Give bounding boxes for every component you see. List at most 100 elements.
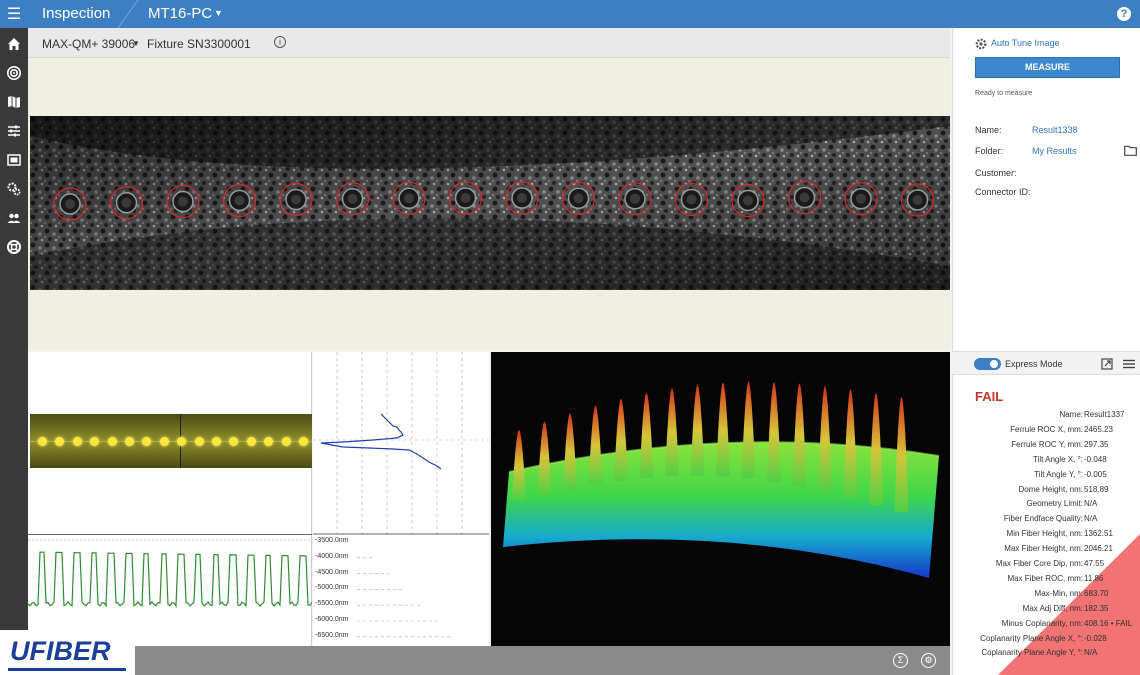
- fiber-dot: [55, 437, 65, 446]
- panel-divider: [28, 534, 312, 535]
- fiber-peak: [665, 388, 679, 477]
- map-icon[interactable]: [6, 94, 22, 110]
- target-icon[interactable]: [6, 65, 22, 81]
- fiber-peak: [843, 389, 858, 499]
- statistics-sum-icon[interactable]: Σ: [893, 653, 908, 668]
- result-value: 1362.51: [1084, 529, 1113, 539]
- expand-icon[interactable]: [1101, 358, 1113, 370]
- result-row: Max-Min, nm: 683.70: [953, 589, 1140, 603]
- home-icon[interactable]: [6, 36, 22, 52]
- fixture-value: 3300001: [204, 37, 251, 51]
- users-icon[interactable]: [6, 210, 22, 226]
- result-value: 297.35: [1084, 439, 1109, 449]
- result-value: 683.70: [1084, 588, 1109, 598]
- fiber-peak: [690, 384, 705, 476]
- fiber-peak: [512, 430, 526, 500]
- top-bar: ☰ Inspection MT16-PC ▼ ?: [0, 0, 1140, 28]
- gear-icon[interactable]: ⚙: [921, 653, 936, 668]
- result-value: 2046.21: [1084, 544, 1113, 554]
- result-value: -0.048: [1084, 454, 1107, 464]
- fiber-peak: [563, 413, 577, 490]
- result-label: Max-Min, nm:: [1034, 588, 1083, 598]
- result-row: Coplanarity Plane Angle X, °: -0.028: [953, 634, 1140, 648]
- result-label: Minus Coplanarity, nm:: [1001, 618, 1083, 628]
- inspection-app: ☰ Inspection MT16-PC ▼ ? MAX-QM+ 39006 ▼…: [0, 0, 1140, 675]
- name-field[interactable]: Result1338: [1032, 125, 1078, 135]
- result-label: Max Fiber Core Dip, nm:: [995, 559, 1083, 568]
- result-row: Fiber Endface Quality: N/A: [953, 514, 1140, 528]
- result-row: Minus Coplanarity, nm: 408.16 • FAIL: [953, 619, 1140, 633]
- folder-label: Folder:: [975, 146, 1004, 156]
- sliders-icon[interactable]: [6, 123, 22, 139]
- fiber-strip-image[interactable]: [30, 414, 312, 468]
- result-label: Name:: [1059, 410, 1083, 419]
- express-mode-label: Express Mode: [1005, 359, 1063, 369]
- name-label: Name:: [975, 125, 1002, 135]
- 3d-surface-canvas: [503, 381, 940, 578]
- ferrule-camera-image[interactable]: [30, 116, 950, 290]
- profile-y-ticks: [357, 557, 453, 638]
- result-label: Dome Height, nm:: [1018, 484, 1083, 494]
- folder-icon[interactable]: [1124, 145, 1137, 156]
- fiber-dot: [107, 437, 117, 446]
- help-ring-icon[interactable]: [6, 239, 22, 255]
- fiber-core: [686, 194, 697, 205]
- fiber-core: [404, 193, 414, 204]
- fiber-dot: [177, 437, 187, 446]
- result-label: Fiber Endface Quality:: [1003, 514, 1083, 524]
- fiber-core: [121, 197, 132, 208]
- result-value: 182.35: [1084, 603, 1109, 613]
- result-value: N/A: [1084, 648, 1098, 658]
- device-selector[interactable]: MT16-PC: [148, 5, 212, 22]
- profile-y-tick-label: -5500.0nm: [315, 600, 349, 608]
- result-value: 2465.23: [1084, 424, 1113, 434]
- info-icon[interactable]: i: [274, 36, 286, 48]
- vertical-profile-line: [320, 413, 442, 470]
- hamburger-menu-icon[interactable]: ☰: [0, 0, 28, 28]
- list-menu-icon[interactable]: [1123, 359, 1135, 369]
- measure-button[interactable]: MEASURE: [975, 57, 1120, 78]
- bottom-toolbar: Σ ⚙: [135, 646, 950, 675]
- fiber-dot: [125, 437, 134, 446]
- app-title: Inspection: [42, 5, 111, 22]
- result-value: -0.005: [1084, 469, 1107, 479]
- profile-y-tick-label: -6000.0nm: [315, 616, 349, 623]
- fiber-dot: [299, 437, 308, 446]
- chevron-down-icon[interactable]: ▼: [214, 8, 223, 18]
- profile-y-tick-label: -4500.0nm: [315, 568, 349, 576]
- fixture-label: Fixture SN: [147, 37, 204, 51]
- fiber-dot: [142, 437, 152, 446]
- device-subheader: MAX-QM+ 39006 ▼ Fixture SN 3300001 i: [28, 28, 950, 58]
- fiber-dot: [38, 437, 47, 446]
- fiber-peak: [588, 405, 603, 485]
- fiber-core: [799, 192, 810, 203]
- auto-tune-link[interactable]: Auto Tune Image: [991, 38, 1060, 48]
- vertical-profile-panel[interactable]: -3500.0nm -4000.0nm -4500.0nm -5000.0nm -550…: [313, 352, 489, 646]
- fiber-core: [630, 193, 640, 204]
- fiber-peak: [614, 398, 628, 481]
- settings-icon[interactable]: [6, 181, 22, 197]
- gallery-icon[interactable]: [6, 152, 22, 168]
- fiber-core: [912, 195, 923, 205]
- fiber-peak: [767, 382, 781, 483]
- result-row: Name: Result1337: [953, 410, 1140, 424]
- fiber-dot: [281, 437, 291, 446]
- result-row: Max Fiber Height, nm: 2046.21: [953, 544, 1140, 558]
- gear-icon[interactable]: [975, 38, 987, 50]
- model-selector[interactable]: MAX-QM+ 39006: [42, 37, 135, 51]
- result-label: Geometry Limit:: [1026, 499, 1083, 509]
- fiber-core: [347, 193, 358, 204]
- 3d-surface-view[interactable]: [491, 352, 950, 646]
- folder-field[interactable]: My Results: [1032, 146, 1077, 156]
- result-label: Tilt Angle X, °:: [1032, 454, 1083, 464]
- help-icon[interactable]: ?: [1117, 7, 1131, 21]
- chevron-down-icon[interactable]: ▼: [132, 39, 140, 48]
- express-mode-bar: Express Mode: [952, 351, 1140, 375]
- fiber-dot: [229, 437, 239, 446]
- logo-underline: [8, 668, 126, 671]
- fiber-core: [178, 196, 188, 207]
- result-row: Ferrule ROC X, mm: 2465.23: [953, 425, 1140, 439]
- fiber-core: [460, 193, 471, 204]
- result-row: Max Fiber ROC, mm: 11.86: [953, 574, 1140, 588]
- express-mode-toggle[interactable]: [974, 358, 1001, 370]
